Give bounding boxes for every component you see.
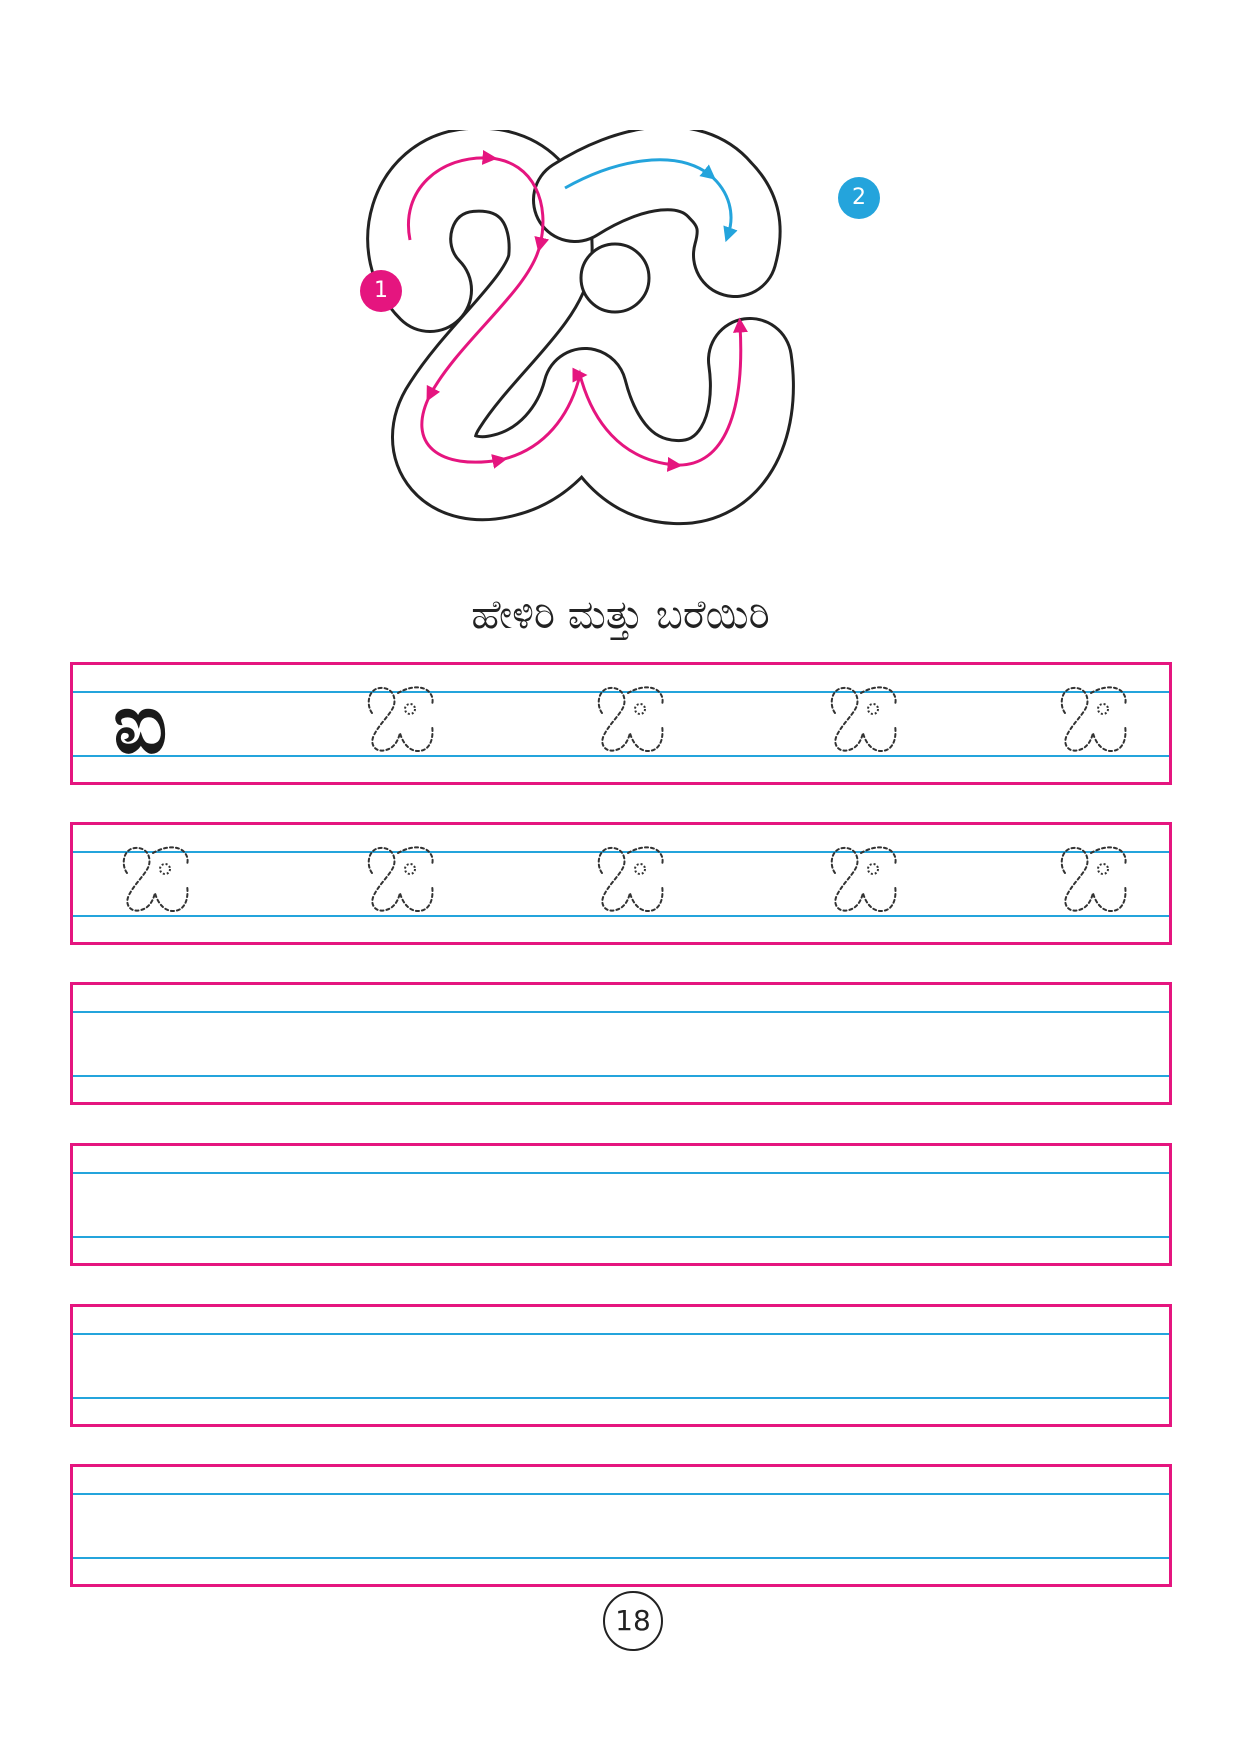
practice-row	[70, 982, 1172, 1105]
dotted-letter-dot	[404, 863, 416, 875]
guide-line	[73, 1236, 1169, 1238]
guide-line	[73, 1172, 1169, 1174]
letter-outline	[366, 130, 795, 525]
dotted-letter-icon[interactable]	[588, 843, 674, 923]
guide-line	[73, 1493, 1169, 1495]
letter-tracing-guide-icon	[366, 130, 795, 525]
dotted-letter-glyph	[367, 846, 434, 913]
practice-row	[70, 1143, 1172, 1266]
dotted-letter-icon[interactable]	[1051, 843, 1137, 923]
dotted-letter-glyph	[830, 686, 897, 753]
guide-line	[73, 1397, 1169, 1399]
guide-line	[73, 1075, 1169, 1077]
dotted-letter-stroke	[597, 846, 664, 913]
dotted-letter-stroke	[597, 686, 664, 753]
practice-row: ಐ	[70, 662, 1172, 785]
step-badge-1: 1	[360, 270, 402, 312]
instruction-heading: ಹೇಳಿರಿ ಮತ್ತು ಬರೆಯಿರಿ	[471, 592, 770, 638]
guide-line	[73, 1011, 1169, 1013]
step-badge-2: 2	[838, 177, 880, 219]
dotted-letter-dot	[159, 863, 171, 875]
dotted-letter-dot	[867, 863, 879, 875]
dotted-letter-dot	[867, 703, 879, 715]
dotted-letter-glyph	[1060, 846, 1127, 913]
sample-letter: ಐ	[113, 674, 168, 772]
dotted-letter-icon[interactable]	[358, 683, 444, 763]
dotted-letter-stroke	[1060, 846, 1127, 913]
guide-line	[73, 1557, 1169, 1559]
dotted-letter-glyph	[830, 846, 897, 913]
practice-row	[70, 822, 1172, 945]
dotted-letter-icon[interactable]	[821, 843, 907, 923]
practice-row	[70, 1304, 1172, 1427]
dotted-letter-stroke	[1060, 686, 1127, 753]
dotted-letter-glyph	[1060, 686, 1127, 753]
practice-row	[70, 1464, 1172, 1587]
dotted-letter-glyph	[367, 686, 434, 753]
dotted-letter-glyph	[597, 686, 664, 753]
dotted-letter-glyph	[597, 846, 664, 913]
dotted-letter-dot	[1097, 703, 1109, 715]
guide-line	[73, 1333, 1169, 1335]
dotted-letter-icon[interactable]	[1051, 683, 1137, 763]
dotted-letter-icon[interactable]	[588, 683, 674, 763]
dotted-letter-icon[interactable]	[113, 843, 199, 923]
dotted-letter-dot	[1097, 863, 1109, 875]
page-number: 18	[603, 1591, 663, 1651]
dotted-letter-dot	[634, 863, 646, 875]
dotted-letter-icon[interactable]	[358, 843, 444, 923]
dotted-letter-icon[interactable]	[821, 683, 907, 763]
dotted-letter-stroke	[367, 846, 434, 913]
dotted-letter-stroke	[830, 846, 897, 913]
dotted-letter-stroke	[830, 686, 897, 753]
dotted-letter-glyph	[122, 846, 189, 913]
dotted-letter-stroke	[122, 846, 189, 913]
dotted-letter-dot	[404, 703, 416, 715]
dotted-letter-dot	[634, 703, 646, 715]
letter-counter-dot	[579, 242, 651, 314]
dotted-letter-stroke	[367, 686, 434, 753]
